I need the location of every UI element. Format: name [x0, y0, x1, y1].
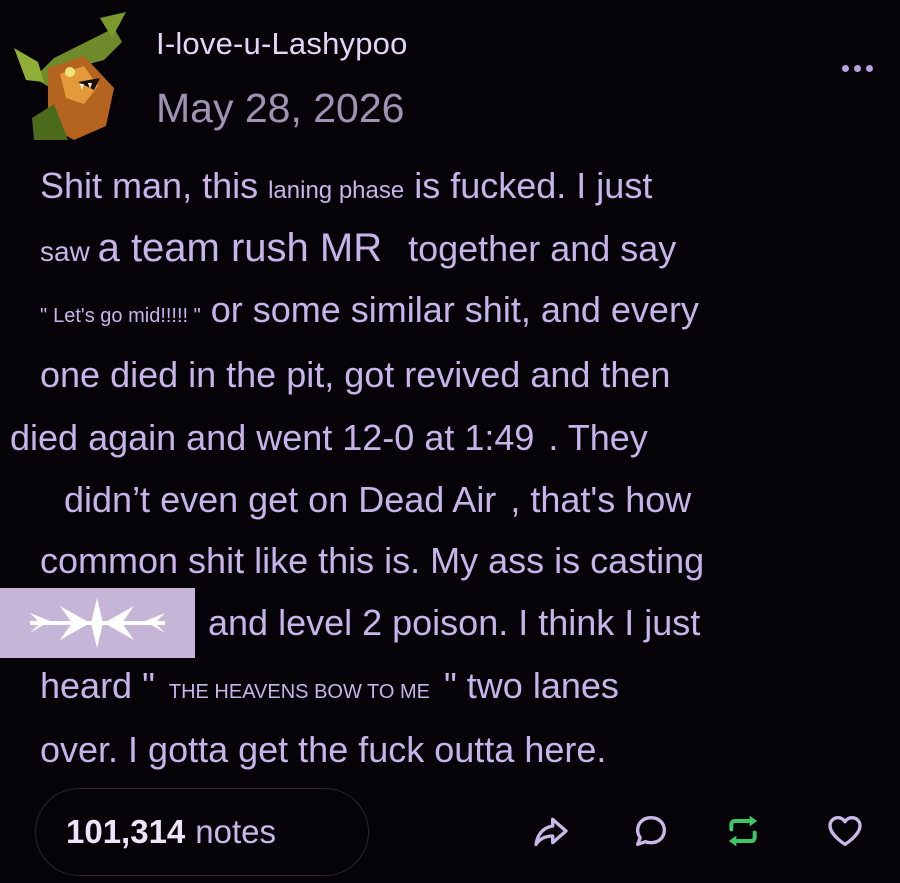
body-text: and level 2 poison. I think I just: [208, 602, 701, 643]
body-line-1: Shit man, this laning phase is fucked. I…: [40, 168, 652, 204]
body-text: . They: [548, 417, 648, 458]
reply-icon: [636, 816, 666, 846]
body-text: didn’t even get on Dead Air: [64, 479, 497, 520]
body-line-10: over. I gotta get the fuck outta here.: [40, 732, 606, 768]
body-text-small: saw: [40, 236, 98, 267]
body-text: or some similar shit, and every: [210, 289, 699, 330]
body-text-tiny: THE HEAVENS BOW TO ME: [168, 681, 431, 703]
body-text-tiny: ": [40, 305, 48, 327]
like-button[interactable]: [820, 806, 870, 856]
avatar[interactable]: [14, 8, 132, 140]
body-text: is fucked. I just: [404, 165, 653, 206]
more-dot: [853, 64, 861, 72]
reply-button[interactable]: [626, 806, 676, 856]
censor-box: [0, 588, 195, 658]
notes-count: 101,314: [66, 813, 186, 850]
reblog-button[interactable]: [718, 806, 768, 856]
share-icon: [534, 817, 568, 846]
body-line-4: one died in the pit, got revived and the…: [40, 357, 670, 393]
body-line-2: saw a team rush MR together and say: [40, 228, 676, 268]
body-text: , that's how: [510, 479, 692, 520]
body-text: over. I gotta get the fuck outta here.: [40, 729, 607, 770]
body-text: heard ": [40, 665, 155, 706]
notes-label: notes: [195, 813, 277, 850]
share-button[interactable]: [526, 806, 576, 856]
body-text-small: laning phase: [268, 177, 405, 204]
body-text-tiny: Let's go mid!!!!! ": [53, 305, 201, 327]
more-dots-icon: [841, 64, 849, 72]
body-text: common shit like this is. My ass is cast…: [40, 540, 705, 581]
body-text: " two lanes: [444, 665, 619, 706]
body-text: died again and went 12-0 at 1:49: [10, 417, 535, 458]
post-date: May 28, 2026: [156, 85, 405, 131]
heart-icon: [828, 816, 862, 846]
more-options-button[interactable]: [832, 56, 882, 80]
body-text-big: a team rush MR: [97, 226, 383, 270]
username[interactable]: I-love-u-Lashypoo: [156, 26, 408, 62]
body-line-9: heard " THE HEAVENS BOW TO ME " two lanes: [40, 668, 619, 704]
body-text: Shit man, this: [40, 165, 269, 206]
body-text: one died in the pit, got revived and the…: [40, 354, 671, 395]
post-card: I-love-u-Lashypoo May 28, 2026 Shit man,…: [0, 0, 900, 883]
body-text: together and say: [408, 228, 677, 269]
more-dot: [865, 64, 873, 72]
avatar-image: [14, 8, 132, 140]
body-line-6: didn’t even get on Dead Air , that's how: [64, 482, 691, 518]
body-line-5: died again and went 12-0 at 1:49 . They: [10, 420, 648, 456]
reblog-icon: [728, 815, 758, 847]
snowflake-icon: [0, 588, 195, 658]
notes-button[interactable]: 101,314 notes: [35, 788, 369, 876]
body-line-7: common shit like this is. My ass is cast…: [40, 543, 704, 579]
body-line-3: " Let's go mid!!!!! " or some similar shit…: [40, 292, 699, 328]
body-line-8: and level 2 poison. I think I just: [208, 605, 700, 641]
